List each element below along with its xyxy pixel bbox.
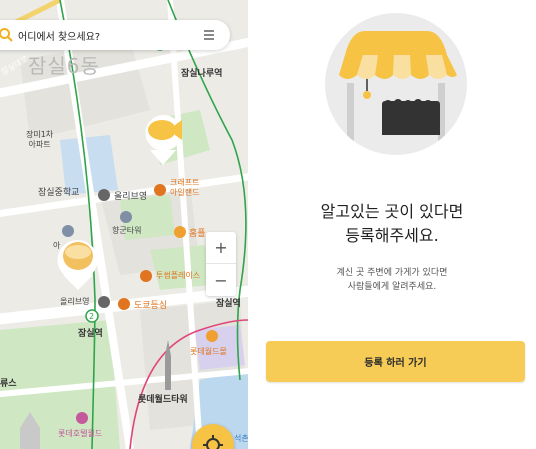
- storefront-icon: [339, 31, 457, 155]
- map-label-jamsil-ms: 잠실중학교: [38, 188, 80, 198]
- mart-icon: [174, 226, 186, 238]
- register-panel: 알고있는 곳이 있다면 등록해주세요. 계신 곳 주변에 가게가 있다면 사람들…: [248, 0, 536, 449]
- map-label-lotte-world-mall: 롯데월드몰: [190, 347, 227, 356]
- map-label-district: 잠실6동: [28, 54, 100, 78]
- zoom-in-button[interactable]: +: [206, 232, 236, 264]
- cafe-icon: [140, 270, 152, 282]
- map-label-a: 아: [53, 241, 61, 250]
- map-label-twosome: 투썸플레이스: [156, 271, 201, 280]
- mall-icon: [206, 330, 218, 342]
- store-illustration: [325, 13, 467, 155]
- map-label-seokchon: 석촌: [234, 434, 248, 443]
- search-icon: [0, 28, 13, 42]
- hotel-icon: [76, 412, 88, 424]
- building-icon: [62, 225, 74, 237]
- map-label-oliveyoung-2: 올리브영: [60, 297, 90, 306]
- menu-icon[interactable]: [204, 30, 214, 42]
- svg-text:2: 2: [89, 312, 94, 321]
- building-icon: [120, 211, 132, 223]
- map-label-lotte-world-tower: 롯데월드타워: [138, 395, 188, 405]
- map-label-jamsil-station: 잠실역: [78, 329, 103, 339]
- app-screen: 2 2 어디에서 찾으세요? 잠실6동 잠실나루역 잠실대로 장미1차 아파트 …: [0, 0, 536, 449]
- go-register-button[interactable]: 등록 하러 가기: [266, 341, 525, 382]
- headline-line-2: 등록해주세요.: [345, 226, 439, 245]
- map-label-ryus: 류스: [0, 379, 17, 389]
- map-label-hompl: 홈플: [189, 229, 206, 239]
- locate-crosshair-icon: [203, 435, 223, 449]
- map-label-oliveyoung-1: 올리브영: [114, 192, 148, 202]
- store-icon: [98, 296, 110, 308]
- zoom-control: + −: [206, 232, 236, 296]
- map-view[interactable]: 2 2 어디에서 찾으세요? 잠실6동 잠실나루역 잠실대로 장미1차 아파트 …: [0, 0, 248, 449]
- headline-line-1: 알고있는 곳이 있다면: [320, 202, 464, 221]
- map-label-jamsil-station-right: 잠실역: [216, 299, 241, 309]
- map-label-jangmi-apt: 장미1차 아파트: [26, 130, 54, 149]
- register-headline: 알고있는 곳이 있다면 등록해주세요.: [248, 200, 536, 248]
- map-label-jamsilnaru: 잠실나루역: [181, 69, 223, 79]
- map-label-hyanggun: 향군타워: [112, 226, 142, 235]
- shop-icon: [154, 184, 166, 196]
- restaurant-icon: [118, 298, 130, 310]
- subtext-line-1: 계신 곳 주변에 가게가 있다면: [336, 268, 448, 278]
- store-icon: [98, 189, 110, 201]
- zoom-out-button[interactable]: −: [206, 264, 236, 296]
- register-subtext: 계신 곳 주변에 가게가 있다면 사람들에게 알려주세요.: [248, 266, 536, 294]
- map-label-craft: 크래프트 아일랜드: [170, 178, 200, 197]
- map-label-lotte-hotel: 롯데호텔월드: [58, 429, 103, 438]
- subtext-line-2: 사람들에게 알려주세요.: [347, 282, 437, 292]
- map-label-tokyo: 도쿄등심: [134, 301, 168, 311]
- search-placeholder: 어디에서 찾으세요?: [18, 31, 101, 43]
- search-bar[interactable]: 어디에서 찾으세요?: [0, 20, 230, 50]
